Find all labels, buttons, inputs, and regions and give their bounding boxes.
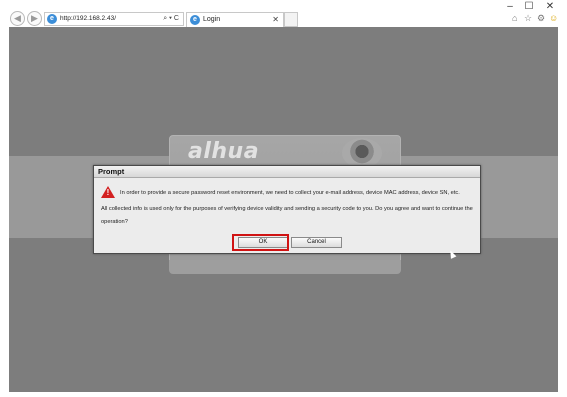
ie-icon: e (47, 14, 57, 24)
settings-icon[interactable]: ⚙ (537, 12, 545, 24)
address-url[interactable]: http://192.168.2.43/ (60, 14, 116, 24)
dialog-titlebar: Prompt (94, 166, 480, 178)
cancel-button[interactable]: Cancel (291, 237, 342, 248)
home-icon[interactable]: ⌂ (512, 12, 517, 24)
login-panel-footer (169, 260, 401, 274)
close-tab-icon[interactable]: ✕ (272, 14, 279, 25)
forward-button[interactable]: ▶ (27, 11, 42, 26)
favorites-icon[interactable]: ☆ (524, 12, 532, 24)
new-tab-button[interactable] (284, 12, 298, 27)
dialog-message-line2: All collected info is used only for the … (101, 206, 473, 225)
prompt-dialog: Prompt ! In order to provide a secure pa… (93, 165, 481, 254)
address-tools-icon[interactable]: ⌕ ▾ C (163, 13, 179, 25)
tab-login[interactable]: e Login ✕ (186, 12, 284, 27)
smiley-icon[interactable]: ☺ (549, 12, 558, 24)
browser-chrome: – ☐ ✕ ◀ ▶ e http://192.168.2.43/ ⌕ ▾ C e… (0, 0, 567, 27)
page-viewport: alhua Prompt ! In order to provide a sec… (9, 27, 558, 392)
dialog-message-line1: In order to provide a secure password re… (120, 190, 460, 196)
back-button[interactable]: ◀ (10, 11, 25, 26)
ie-icon: e (190, 15, 200, 25)
dahua-logo: alhua (188, 139, 260, 164)
address-bar[interactable]: e http://192.168.2.43/ ⌕ ▾ C (44, 12, 184, 26)
dialog-title: Prompt (98, 167, 125, 176)
camera-lens-icon (342, 138, 382, 168)
ok-button[interactable]: OK (238, 237, 288, 248)
tab-title: Login (203, 16, 221, 23)
warning-icon-mark: ! (106, 188, 110, 197)
